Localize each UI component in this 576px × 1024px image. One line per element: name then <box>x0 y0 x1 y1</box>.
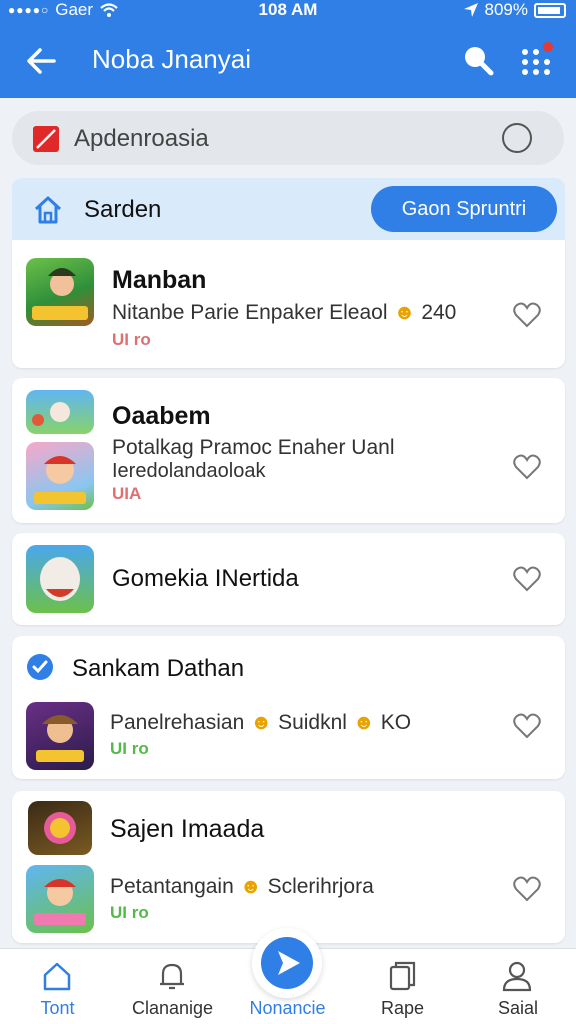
person-icon <box>502 961 532 992</box>
list-item[interactable]: Oaabem Potalkag Pramoc Enaher Uanl Iered… <box>12 378 565 523</box>
nav-item-home[interactable]: Tont <box>0 949 115 1024</box>
wink-emoji-icon: ☻ <box>239 875 262 898</box>
list-item[interactable]: Sajen Imaada Petantangain ☻ Sclerihrjora… <box>12 791 565 943</box>
nav-label: Tont <box>40 998 75 1018</box>
nav-label: Saial <box>497 998 539 1018</box>
item-name: Oaabem <box>112 402 211 430</box>
search-bar[interactable]: Apdenroasia <box>12 111 564 165</box>
item-tag: UI ro <box>110 739 149 758</box>
section-header: Sarden Gaon Spruntri <box>12 178 565 240</box>
search-input[interactable]: Apdenroasia <box>74 125 209 153</box>
item-description: Petantangain ☻ Sclerihrjora <box>110 875 374 898</box>
fab-inner <box>261 937 313 989</box>
heart-icon[interactable] <box>512 711 542 741</box>
item-description: Panelrehasian ☻ Suidknl ☻ KO <box>110 711 412 734</box>
home-icon <box>34 196 62 224</box>
top-bar: ●●●●○ Gaer 108 AM 809% Noba Jnanyai <box>0 0 576 98</box>
center-play-button[interactable] <box>252 928 322 998</box>
battery-percent: 809% <box>484 0 528 19</box>
nav-label: Nonancie <box>249 998 326 1018</box>
item-tag: UI ro <box>112 330 151 349</box>
game-thumbnail <box>26 865 94 933</box>
heart-icon[interactable] <box>512 874 542 904</box>
flag-icon <box>33 126 59 152</box>
list-item[interactable]: Gomekia INertida <box>12 533 565 625</box>
game-thumbnail <box>26 545 94 613</box>
nav-label: Clananige <box>131 998 214 1018</box>
status-bar: ●●●●○ Gaer 108 AM 809% <box>0 0 576 22</box>
bell-icon <box>160 963 184 990</box>
nav-item-profile[interactable]: Saial <box>460 949 576 1024</box>
search-clear-icon[interactable] <box>502 123 532 153</box>
smile-emoji-icon: ☻ <box>393 301 416 324</box>
item-name: Manban <box>112 266 207 294</box>
game-thumbnail <box>26 442 94 510</box>
section-subtitle: Sankam Dathan <box>72 655 245 682</box>
item-description-secondary: Ieredolandaoloak <box>112 460 266 482</box>
heart-icon[interactable] <box>512 452 542 482</box>
heart-icon[interactable] <box>512 564 542 594</box>
smile-emoji-icon: ☻ <box>352 711 375 734</box>
app-bar: Noba Jnanyai <box>0 36 576 84</box>
location-arrow-icon <box>463 3 478 17</box>
nav-label: Rape <box>380 998 425 1018</box>
list-item[interactable]: Sankam Dathan Panelrehasian ☻ Suidknl ☻ … <box>12 636 565 779</box>
list-item[interactable]: Manban Nitanbe Parie Enpaker Eleaol ☻ 24… <box>12 240 565 368</box>
nav-item-pages[interactable]: Rape <box>345 949 460 1024</box>
section-title: Sarden <box>84 196 162 223</box>
game-thumbnail <box>26 390 94 434</box>
check-badge-icon <box>27 654 53 680</box>
game-thumbnail <box>26 702 94 770</box>
back-arrow-icon[interactable] <box>22 42 60 80</box>
section-action-button[interactable]: Gaon Spruntri <box>371 186 557 232</box>
nav-item-notifications[interactable]: Clananige <box>115 949 230 1024</box>
notification-dot <box>543 42 553 52</box>
item-description: Potalkag Pramoc Enaher Uanl <box>112 436 395 459</box>
wink-emoji-icon: ☻ <box>250 711 273 734</box>
item-name: Gomekia INertida <box>112 565 299 592</box>
heart-icon[interactable] <box>512 300 542 330</box>
page-title: Noba Jnanyai <box>92 44 251 74</box>
play-icon <box>278 951 300 975</box>
item-name: Sajen Imaada <box>110 815 265 843</box>
game-thumbnail <box>28 801 92 855</box>
item-description: Nitanbe Parie Enpaker Eleaol ☻ 240 <box>112 301 457 324</box>
item-tag: UI ro <box>110 903 149 922</box>
item-tag: UIA <box>112 484 142 503</box>
search-icon[interactable] <box>460 42 496 78</box>
copy-icon <box>389 961 416 991</box>
home-icon <box>43 962 71 991</box>
battery-icon <box>534 2 566 18</box>
game-thumbnail <box>26 258 94 326</box>
